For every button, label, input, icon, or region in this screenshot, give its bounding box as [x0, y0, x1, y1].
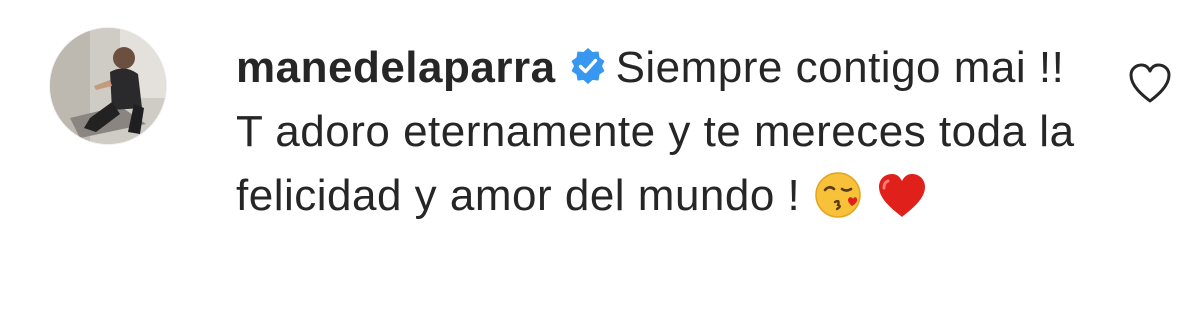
avatar[interactable]	[50, 28, 166, 144]
verified-badge-icon	[568, 40, 608, 84]
like-button[interactable]	[1126, 60, 1174, 106]
comment-body: manedelaparra Siempre contigo mai !! T a…	[236, 36, 1076, 238]
comment-username[interactable]: manedelaparra	[236, 43, 556, 92]
face-blowing-kiss-emoji	[813, 170, 863, 238]
red-heart-emoji	[876, 172, 928, 238]
heart-outline-icon	[1126, 63, 1174, 110]
avatar-photo	[50, 28, 166, 144]
